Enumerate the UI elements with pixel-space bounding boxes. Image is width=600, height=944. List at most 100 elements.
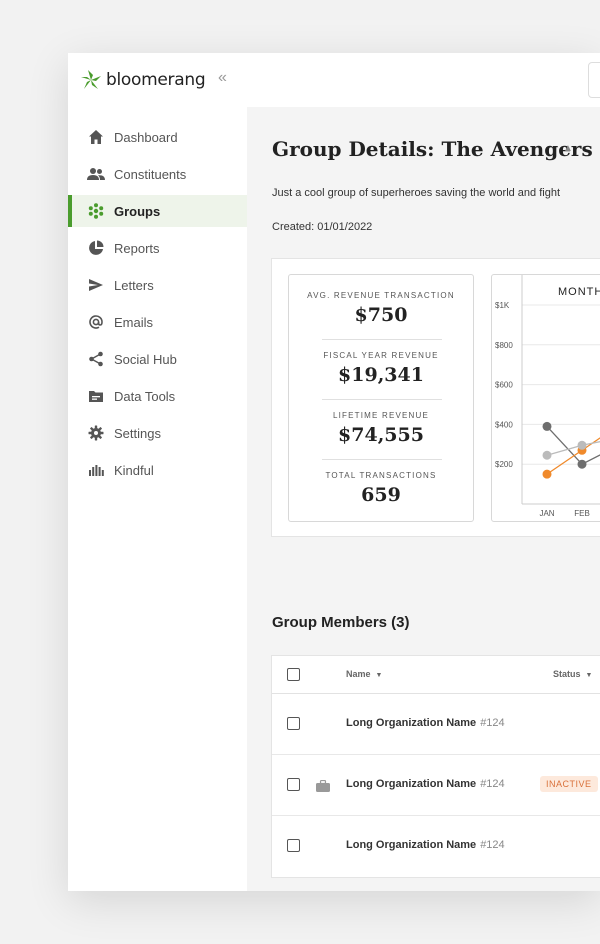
sidebar-item-label: Constituents <box>114 166 187 182</box>
groups-icon <box>87 202 105 220</box>
share-icon <box>87 350 105 368</box>
line-chart: MONTH$200$400$600$800$1KJANFEBMAR <box>495 275 600 518</box>
sidebar-item-social-hub[interactable]: Social Hub <box>68 343 247 375</box>
monthly-chart: MONTH$200$400$600$800$1KJANFEBMAR <box>491 274 600 522</box>
sidebar-item-emails[interactable]: Emails <box>68 306 247 338</box>
sidebar-item-reports[interactable]: Reports <box>68 232 247 264</box>
row-checkbox[interactable] <box>287 839 300 852</box>
member-name[interactable]: Long Organization Name #124 <box>346 778 505 790</box>
divider <box>322 459 442 460</box>
stat-value: $19,341 <box>338 364 424 386</box>
data-point <box>577 459 587 469</box>
caret-up-icon[interactable]: ▲ <box>563 143 573 154</box>
sidebar-item-settings[interactable]: Settings <box>68 417 247 449</box>
data-point <box>542 421 552 431</box>
sidebar-item-dashboard[interactable]: Dashboard <box>68 121 247 153</box>
y-tick-label: $400 <box>495 420 513 429</box>
sidebar-item-label: Data Tools <box>114 388 176 404</box>
row-checkbox[interactable] <box>287 717 300 730</box>
row-checkbox[interactable] <box>287 778 300 791</box>
sidebar: Dashboard Constituents Groups Reports Le <box>68 107 247 891</box>
sidebar-item-letters[interactable]: Letters <box>68 269 247 301</box>
sidebar-item-label: Kindful <box>114 462 154 478</box>
member-name-text: Long Organization Name <box>346 778 477 790</box>
home-icon <box>87 128 105 146</box>
created-date: Created: 01/01/2022 <box>272 221 373 233</box>
bloomerang-logo-icon <box>81 70 101 89</box>
members-section-title: Group Members (3) <box>272 614 410 631</box>
sidebar-item-label: Emails <box>114 314 154 330</box>
top-bar: bloomerang « <box>68 53 600 107</box>
sidebar-item-label: Reports <box>114 240 160 256</box>
member-name-text: Long Organization Name <box>346 839 477 851</box>
gear-icon <box>87 424 105 442</box>
stat-avg-revenue: AVG. REVENUE TRANSACTION $750 <box>289 291 473 326</box>
double-chevron-left-icon: « <box>218 69 227 86</box>
sort-down-icon: ▼ <box>585 672 593 679</box>
data-point <box>577 440 587 450</box>
status-badge: INACTIVE <box>540 776 598 792</box>
x-tick-label: FEB <box>574 509 590 518</box>
stats-summary: AVG. REVENUE TRANSACTION $750 FISCAL YEA… <box>288 274 474 522</box>
sidebar-item-kindful[interactable]: Kindful <box>68 454 247 486</box>
stats-panel: AVG. REVENUE TRANSACTION $750 FISCAL YEA… <box>271 258 600 537</box>
y-tick-label: $200 <box>495 460 513 469</box>
stat-fiscal-year-revenue: FISCAL YEAR REVENUE $19,341 <box>289 351 473 386</box>
column-label: Name <box>346 669 371 679</box>
stat-value: $74,555 <box>338 424 424 446</box>
sidebar-item-label: Settings <box>114 425 161 441</box>
stat-total-transactions: TOTAL TRANSACTIONS 659 <box>289 471 473 506</box>
sidebar-item-data-tools[interactable]: Data Tools <box>68 380 247 412</box>
stat-label: TOTAL TRANSACTIONS <box>325 471 437 480</box>
column-label: Status <box>553 669 581 679</box>
stat-label: LIFETIME REVENUE <box>332 411 430 420</box>
column-header-name[interactable]: Name ▼ <box>346 669 382 679</box>
data-point <box>542 469 552 479</box>
header-action-button[interactable] <box>588 62 600 98</box>
y-tick-label: $800 <box>495 341 513 350</box>
member-id: #124 <box>480 778 505 790</box>
y-tick-label: $1K <box>495 301 510 310</box>
divider <box>322 399 442 400</box>
group-description: Just a cool group of superheroes saving … <box>272 187 561 199</box>
sidebar-item-label: Dashboard <box>114 129 178 145</box>
brand-name: bloomerang <box>106 70 206 90</box>
y-tick-label: $600 <box>495 381 513 390</box>
data-point <box>542 450 552 460</box>
sidebar-item-label: Letters <box>114 277 154 293</box>
page-title: Group Details: The Avengers <box>272 137 593 161</box>
table-header: Name ▼ Status ▼ <box>272 656 600 694</box>
sidebar-item-label: Groups <box>114 203 161 219</box>
select-all-checkbox[interactable] <box>287 668 300 681</box>
collapse-sidebar-button[interactable]: « <box>218 69 227 87</box>
member-name[interactable]: Long Organization Name #124 <box>346 717 505 729</box>
sidebar-item-constituents[interactable]: Constituents <box>68 158 247 190</box>
sort-down-icon: ▼ <box>375 672 383 679</box>
x-tick-label: JAN <box>539 509 554 518</box>
stat-value: $750 <box>354 304 408 326</box>
members-table: Name ▼ Status ▼ Long Organization Name #124… <box>271 655 600 878</box>
folder-icon <box>87 387 105 405</box>
member-name[interactable]: Long Organization Name #124 <box>346 839 505 851</box>
member-name-text: Long Organization Name <box>346 717 477 729</box>
brand-logo[interactable]: bloomerang <box>80 69 206 91</box>
table-row[interactable]: Long Organization Name #124 <box>272 816 600 877</box>
divider <box>322 339 442 340</box>
briefcase-icon <box>316 779 330 797</box>
table-row[interactable]: Long Organization Name #124 INACTIVE <box>272 755 600 816</box>
main-content: Group Details: The Avengers ▲ Just a coo… <box>247 107 600 891</box>
kindful-icon <box>87 461 105 479</box>
sidebar-item-groups[interactable]: Groups <box>68 195 247 227</box>
column-header-status[interactable]: Status ▼ <box>553 669 592 679</box>
sidebar-item-label: Social Hub <box>114 351 177 367</box>
member-id: #124 <box>480 839 505 851</box>
series-line <box>546 441 600 456</box>
stat-label: FISCAL YEAR REVENUE <box>323 351 439 360</box>
send-icon <box>87 276 105 294</box>
chart-title: MONTH <box>558 286 600 298</box>
table-row[interactable]: Long Organization Name #124 <box>272 694 600 755</box>
people-icon <box>87 165 105 183</box>
member-id: #124 <box>480 717 505 729</box>
at-icon <box>87 313 105 331</box>
stat-value: 659 <box>361 484 401 506</box>
